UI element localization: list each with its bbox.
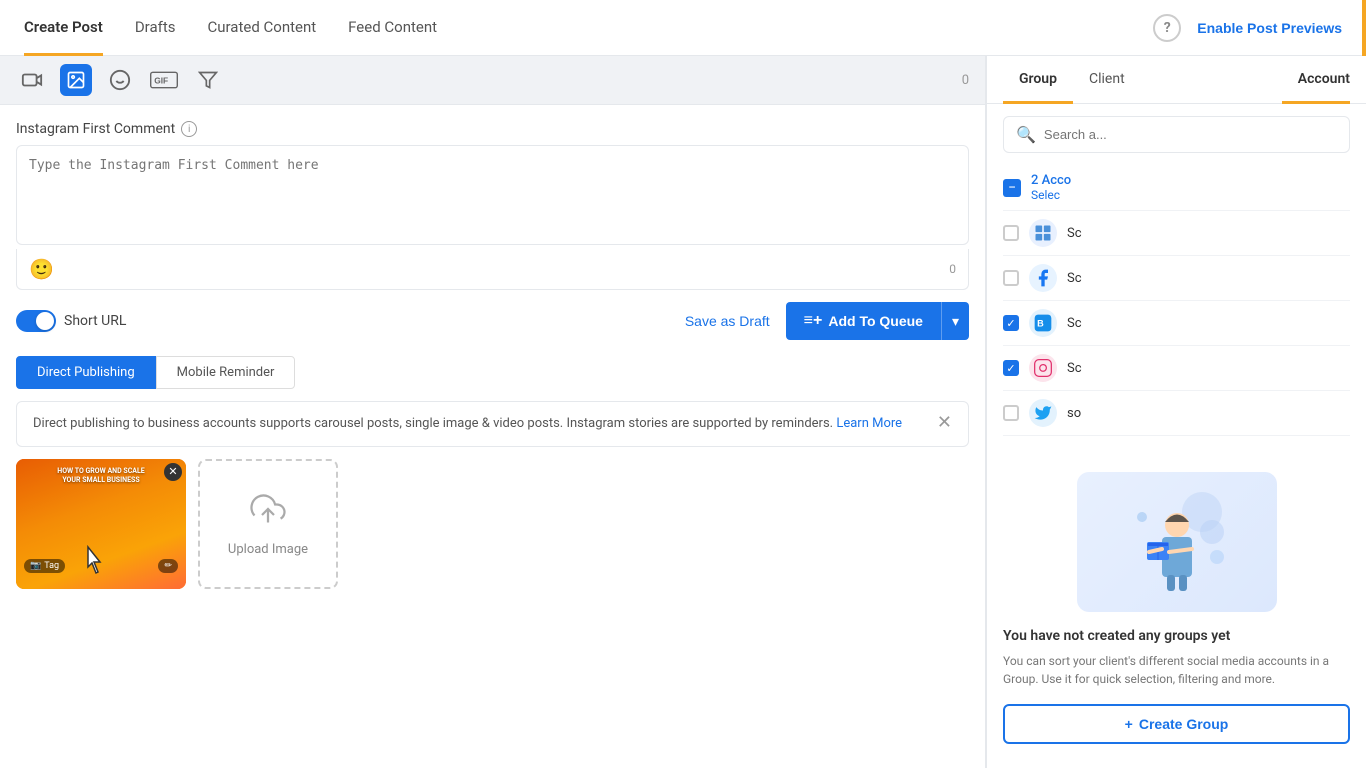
upload-icon [250, 491, 286, 534]
select-all-count: 2 Acco [1031, 173, 1071, 188]
top-nav: Create Post Drafts Curated Content Feed … [0, 0, 1366, 56]
account-item: Sc [1003, 211, 1350, 256]
image-row: HOW TO GROW AND SCALEYOUR SMALL BUSINESS… [0, 459, 985, 605]
tab-curated-content[interactable]: Curated Content [207, 1, 316, 56]
select-all-info: 2 Acco Selec [1031, 173, 1071, 202]
account-checkbox-1[interactable] [1003, 225, 1019, 241]
account-item: so [1003, 391, 1350, 436]
account-name-2: Sc [1067, 271, 1350, 286]
help-icon[interactable]: ? [1153, 14, 1181, 42]
instagram-comment-label: Instagram First Comment i [16, 121, 969, 137]
account-checkbox-5[interactable] [1003, 405, 1019, 421]
account-avatar-2 [1029, 264, 1057, 292]
emoji-toolbar-icon[interactable] [104, 64, 136, 96]
info-banner: Direct publishing to business accounts s… [16, 401, 969, 447]
direct-publishing-tab[interactable]: Direct Publishing [16, 356, 156, 389]
thumb-inner: HOW TO GROW AND SCALEYOUR SMALL BUSINESS… [16, 459, 186, 589]
nav-tabs: Create Post Drafts Curated Content Feed … [24, 0, 437, 55]
right-panel: Group Client Account 🔍 − 2 Acco Selec [986, 56, 1366, 768]
instagram-comment-info-icon[interactable]: i [181, 121, 197, 137]
mobile-reminder-tab[interactable]: Mobile Reminder [156, 356, 296, 389]
account-list: − 2 Acco Selec Sc [987, 165, 1366, 448]
select-all-item[interactable]: − 2 Acco Selec [1003, 165, 1350, 211]
comment-footer: 🙂 0 [16, 249, 969, 290]
short-url-toggle[interactable] [16, 310, 56, 332]
instagram-comment-section: Instagram First Comment i 🙂 0 [0, 105, 985, 290]
add-to-queue-button[interactable]: ≡+ Add To Queue [786, 302, 941, 340]
add-queue-dropdown-button[interactable]: ▾ [941, 302, 969, 340]
nav-right: ? Enable Post Previews [1153, 14, 1342, 42]
tab-group[interactable]: Group [1003, 57, 1073, 104]
instagram-badge-icon: 📷 [30, 561, 41, 571]
nav-right-border-accent [1362, 0, 1366, 56]
search-input[interactable] [1044, 127, 1337, 142]
groups-empty-state: You have not created any groups yet You … [987, 448, 1366, 768]
search-icon: 🔍 [1016, 125, 1036, 144]
toolbar-char-count: 0 [962, 73, 969, 88]
learn-more-link[interactable]: Learn More [836, 416, 902, 431]
thumb-badge-icon: ✏ [164, 561, 172, 571]
account-name-5: so [1067, 406, 1350, 421]
account-checkbox-3[interactable]: ✓ [1003, 315, 1019, 331]
enable-post-previews-button[interactable]: Enable Post Previews [1197, 20, 1342, 36]
instagram-comment-textarea[interactable] [16, 145, 969, 245]
toolbar-row: GIF 0 [0, 56, 985, 105]
svg-text:B: B [1037, 318, 1044, 328]
filter-icon[interactable] [192, 64, 224, 96]
info-banner-close-button[interactable]: ✕ [937, 414, 952, 432]
account-name-4: Sc [1067, 361, 1350, 376]
account-avatar-1 [1029, 219, 1057, 247]
tab-create-post[interactable]: Create Post [24, 1, 103, 56]
account-item: ✓ B Sc [1003, 301, 1350, 346]
right-tabs: Group Client Account [987, 56, 1366, 104]
account-checkbox-4[interactable]: ✓ [1003, 360, 1019, 376]
upload-image-box[interactable]: Upload Image [198, 459, 338, 589]
account-name-1: Sc [1067, 226, 1350, 241]
account-avatar-3: B [1029, 309, 1057, 337]
groups-illustration [1077, 472, 1277, 612]
add-queue-button-group: ≡+ Add To Queue ▾ [786, 302, 969, 340]
image-thumbnail[interactable]: HOW TO GROW AND SCALEYOUR SMALL BUSINESS… [16, 459, 186, 589]
main-layout: GIF 0 Instagram First Comment i 🙂 0 Shor [0, 56, 1366, 768]
groups-empty-title: You have not created any groups yet [1003, 628, 1350, 644]
short-url-toggle-wrap: Short URL [16, 310, 126, 332]
svg-text:GIF: GIF [154, 76, 168, 86]
tab-account[interactable]: Account [1282, 57, 1350, 104]
account-avatar-4 [1029, 354, 1057, 382]
video-icon[interactable] [16, 64, 48, 96]
image-icon[interactable] [60, 64, 92, 96]
search-box: 🔍 [1003, 116, 1350, 153]
select-all-sublabel: Selec [1031, 188, 1071, 202]
publish-tabs: Direct Publishing Mobile Reminder [0, 352, 985, 389]
upload-image-label: Upload Image [228, 542, 308, 557]
thumb-tag-label: Tag [44, 561, 59, 571]
account-item: Sc [1003, 256, 1350, 301]
info-banner-text: Direct publishing to business accounts s… [33, 414, 902, 434]
short-url-label: Short URL [64, 313, 126, 329]
gif-icon[interactable]: GIF [148, 64, 180, 96]
left-panel: GIF 0 Instagram First Comment i 🙂 0 Shor [0, 56, 986, 768]
deselect-all-icon[interactable]: − [1003, 179, 1021, 197]
account-name-3: Sc [1067, 316, 1350, 331]
account-avatar-5 [1029, 399, 1057, 427]
comment-emoji-icon[interactable]: 🙂 [29, 257, 54, 281]
create-group-label: Create Group [1139, 716, 1228, 732]
controls-row: Short URL Save as Draft ≡+ Add To Queue … [0, 290, 985, 352]
save-draft-button[interactable]: Save as Draft [685, 313, 770, 329]
account-checkbox-2[interactable] [1003, 270, 1019, 286]
create-group-button[interactable]: + Create Group [1003, 704, 1350, 744]
groups-empty-desc: You can sort your client's different soc… [1003, 652, 1350, 688]
create-group-plus-icon: + [1125, 716, 1133, 732]
tab-drafts[interactable]: Drafts [135, 1, 176, 56]
tab-feed-content[interactable]: Feed Content [348, 1, 437, 56]
account-item: ✓ Sc [1003, 346, 1350, 391]
comment-char-count: 0 [949, 262, 956, 276]
add-queue-icon: ≡+ [804, 312, 823, 330]
tab-client[interactable]: Client [1073, 57, 1141, 104]
